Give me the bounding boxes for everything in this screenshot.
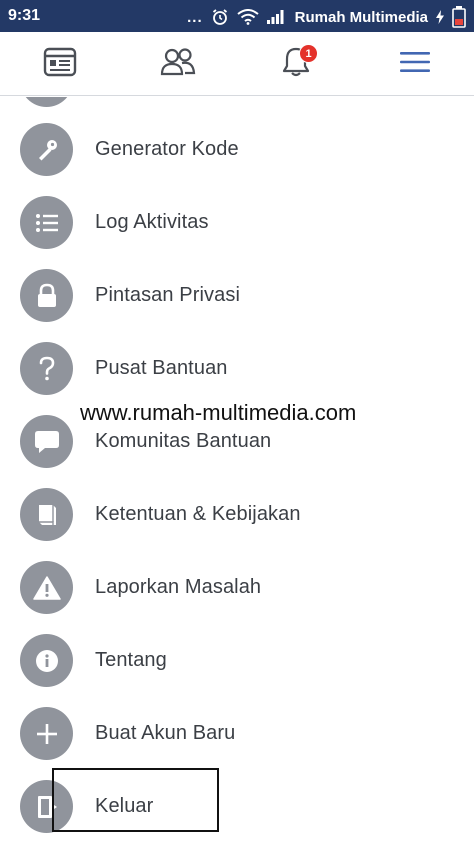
menu-item-label: Laporkan Masalah [95,576,262,598]
battery-icon [452,6,466,28]
menu-item-label: Ketentuan & Kebijakan [95,503,301,525]
menu-item-ketentuan-kebijakan[interactable]: Ketentuan & Kebijakan [0,478,474,551]
warning-icon [20,561,73,614]
info-icon [20,634,73,687]
menu-item-label: Log Aktivitas [95,211,209,233]
friends-icon [160,47,196,82]
speech-bubble-icon [20,415,73,468]
menu-item-log-aktivitas[interactable]: Log Aktivitas [0,186,474,259]
menu-item-label: Pintasan Privasi [95,284,240,306]
book-icon [20,488,73,541]
tab-news-feed[interactable] [34,42,86,86]
settings-menu-list: Generator Kode Log Aktivitas Pintasan Pr… [0,97,474,842]
tab-menu[interactable] [389,42,441,86]
menu-item-pintasan-privasi[interactable]: Pintasan Privasi [0,259,474,332]
alarm-icon [211,8,229,26]
question-icon [20,342,73,395]
menu-item-label: Buat Akun Baru [95,722,236,744]
menu-item-generator-kode[interactable]: Generator Kode [0,113,474,186]
status-bar: 9:31 ... Rumah Multimedia [0,0,474,32]
keluar-highlight-box [52,768,219,832]
menu-item-label: Komunitas Bantuan [95,430,272,452]
menu-item-label: Tentang [95,649,167,671]
key-icon [20,123,73,176]
news-feed-icon [43,47,77,82]
menu-item-laporkan-masalah[interactable]: Laporkan Masalah [0,551,474,624]
list-icon [20,196,73,249]
menu-item-label: Pusat Bantuan [95,357,228,379]
menu-item-pusat-bantuan[interactable]: Pusat Bantuan [0,332,474,405]
wifi-icon [237,9,259,25]
lock-icon [20,269,73,322]
menu-item-tentang[interactable]: Tentang [0,624,474,697]
signal-icon [266,10,287,24]
plus-icon [20,707,73,760]
charging-icon [436,10,444,24]
hamburger-menu-icon [400,50,430,79]
notification-badge: 1 [299,44,318,63]
status-time: 9:31 [8,7,41,24]
menu-item-buat-akun-baru[interactable]: Buat Akun Baru [0,697,474,770]
carrier-name: Rumah Multimedia [294,8,428,26]
partial-menu-icon [20,97,73,107]
tab-notifications[interactable]: 1 [270,42,322,86]
watermark-text: www.rumah-multimedia.com [80,400,357,425]
status-icons: ... Rumah Multimedia [187,6,466,28]
tab-friends[interactable] [152,42,204,86]
top-nav-bar: 1 [0,32,474,96]
status-dots: ... [187,8,203,26]
menu-item-label: Generator Kode [95,138,239,160]
